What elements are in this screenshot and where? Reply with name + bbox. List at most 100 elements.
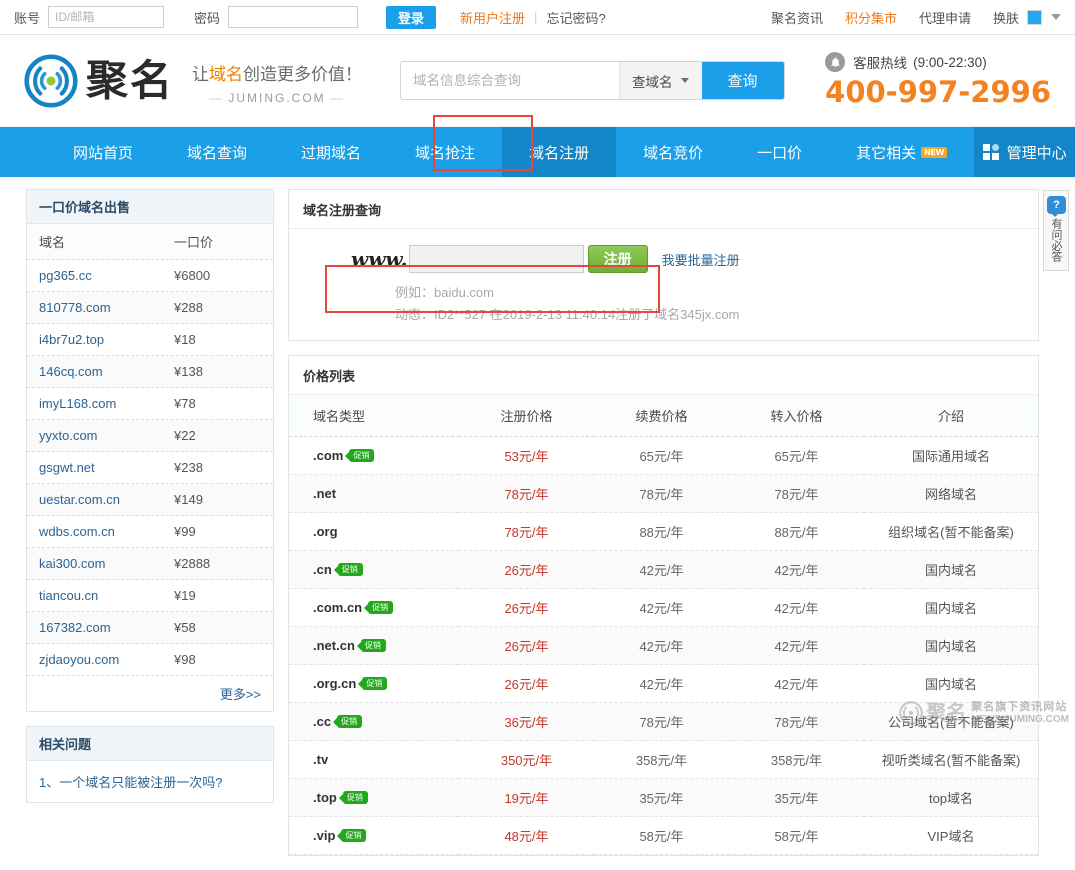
table-row[interactable]: .com.cn 促销 26元/年 42元/年 42元/年 国内域名 xyxy=(289,588,1038,627)
column-header-price: 一口价 xyxy=(174,235,214,250)
nav-item-domain-search[interactable]: 域名查询 xyxy=(160,127,274,177)
domain-link[interactable]: tiancou.cn xyxy=(39,588,98,603)
search-category-select[interactable]: 查域名 xyxy=(619,62,702,99)
search-category-label: 查域名 xyxy=(632,74,673,90)
nav-item-home[interactable]: 网站首页 xyxy=(46,127,160,177)
domain-type-label: .net.cn xyxy=(313,638,355,653)
table-row[interactable]: .cc 促销 36元/年 78元/年 78元/年 公司域名(暂不能备案) xyxy=(289,702,1038,741)
link-separator: | xyxy=(534,9,538,25)
table-row[interactable]: .org 78元/年 88元/年 88元/年 组织域名(暂不能备案) xyxy=(289,512,1038,551)
list-item[interactable]: 167382.com ¥58 xyxy=(27,612,273,644)
domain-link[interactable]: yyxto.com xyxy=(39,428,98,443)
nav-item-domain-backorder[interactable]: 域名抢注 xyxy=(388,127,502,177)
domain-link[interactable]: zjdaoyou.com xyxy=(39,652,119,667)
forgot-password-link[interactable]: 忘记密码? xyxy=(546,8,605,27)
nav-item-fixed-price[interactable]: 一口价 xyxy=(730,127,829,177)
cell-transfer-price: 58元/年 xyxy=(729,816,864,855)
list-item[interactable]: gsgwt.net ¥238 xyxy=(27,452,273,484)
account-input[interactable] xyxy=(48,6,165,28)
list-item[interactable]: 146cq.com ¥138 xyxy=(27,356,273,388)
more-link[interactable]: 更多>> xyxy=(220,687,261,702)
activity-hint: 动态：ID2**527 在2019-2-13 11:40:14注册了域名345j… xyxy=(395,307,740,322)
domain-link[interactable]: gsgwt.net xyxy=(39,460,95,475)
promo-badge: 促销 xyxy=(358,677,388,690)
login-button[interactable]: 登录 xyxy=(386,5,437,29)
cell-transfer-price: 42元/年 xyxy=(729,664,864,703)
table-row[interactable]: .net.cn 促销 26元/年 42元/年 42元/年 国内域名 xyxy=(289,626,1038,665)
ask-question-widget[interactable]: ? 有问必答 xyxy=(1043,190,1069,271)
cell-transfer-price: 88元/年 xyxy=(729,512,864,551)
domain-link[interactable]: imyL168.com xyxy=(39,396,116,411)
cell-description: 国内域名 xyxy=(864,588,1038,627)
domain-link[interactable]: 146cq.com xyxy=(39,364,103,379)
list-item[interactable]: 810778.com ¥288 xyxy=(27,292,273,324)
batch-register-link[interactable]: 我要批量注册 xyxy=(662,250,740,269)
domain-price: ¥78 xyxy=(174,396,196,411)
list-item[interactable]: uestar.com.cn ¥149 xyxy=(27,484,273,516)
admin-center-label: 管理中心 xyxy=(1006,144,1067,162)
domain-link[interactable]: 810778.com xyxy=(39,300,111,315)
list-item[interactable]: i4br7u2.top ¥18 xyxy=(27,324,273,356)
skin-color-swatch[interactable] xyxy=(1027,9,1042,25)
top-link-news[interactable]: 聚名资讯 xyxy=(771,8,823,27)
cell-domain-type: .com 促销 xyxy=(289,436,459,475)
nav-item-domain-auction[interactable]: 域名竞价 xyxy=(616,127,730,177)
domain-link[interactable]: uestar.com.cn xyxy=(39,492,120,507)
domain-link[interactable]: 167382.com xyxy=(39,620,111,635)
cell-transfer-price: 65元/年 xyxy=(729,436,864,475)
domain-registration-input[interactable] xyxy=(408,245,584,273)
table-row[interactable]: .tv 350元/年 358元/年 358元/年 视听类域名(暂不能备案) xyxy=(289,740,1038,779)
list-item[interactable]: kai300.com ¥2888 xyxy=(27,548,273,580)
register-button[interactable]: 注册 xyxy=(587,245,648,273)
main-navigation: 网站首页 域名查询 过期域名 域名抢注 域名注册 域名竞价 一口价 其它相关 N… xyxy=(0,115,1075,177)
new-user-register-link[interactable]: 新用户注册 xyxy=(460,8,525,27)
nav-item-expired-domains[interactable]: 过期域名 xyxy=(274,127,388,177)
fixed-price-more-row: 更多>> xyxy=(27,676,273,711)
password-input[interactable] xyxy=(228,6,359,28)
price-table: 域名类型 注册价格 续费价格 转入价格 介绍 .com 促销 53元/年 65元/… xyxy=(289,395,1038,855)
domain-link[interactable]: i4br7u2.top xyxy=(39,332,104,347)
domain-type-label: .vip xyxy=(313,828,336,843)
new-badge: NEW xyxy=(921,146,948,158)
nav-item-domain-registration[interactable]: 域名注册 xyxy=(502,127,617,177)
top-link-points-market[interactable]: 积分集市 xyxy=(845,8,897,27)
nav-item-admin-center[interactable]: 管理中心 xyxy=(974,127,1075,177)
domain-price: ¥22 xyxy=(174,428,196,443)
faq-item[interactable]: 1、一个域名只能被注册一次吗? xyxy=(27,761,273,802)
table-row[interactable]: .org.cn 促销 26元/年 42元/年 42元/年 国内域名 xyxy=(289,664,1038,703)
nav-item-other[interactable]: 其它相关 NEW xyxy=(829,127,974,177)
hotline-number: 400-997-2996 xyxy=(825,75,1051,109)
cell-transfer-price: 78元/年 xyxy=(729,474,864,513)
list-item[interactable]: wdbs.com.cn ¥99 xyxy=(27,516,273,548)
cell-register-price: 26元/年 xyxy=(459,626,594,665)
cell-transfer-price: 42元/年 xyxy=(729,626,864,665)
domain-link[interactable]: pg365.cc xyxy=(39,268,92,283)
column-header-description: 介绍 xyxy=(864,395,1038,437)
grid-icon xyxy=(982,144,999,160)
list-item[interactable]: pg365.cc ¥6800 xyxy=(27,260,273,292)
domain-link[interactable]: wdbs.com.cn xyxy=(39,524,115,539)
table-row[interactable]: .top 促销 19元/年 35元/年 35元/年 top域名 xyxy=(289,778,1038,817)
table-row[interactable]: .com 促销 53元/年 65元/年 65元/年 国际通用域名 xyxy=(289,436,1038,475)
chevron-down-icon[interactable] xyxy=(1051,14,1061,20)
top-link-change-skin[interactable]: 换肤 xyxy=(993,8,1019,27)
site-logo[interactable]: 聚名 xyxy=(24,53,174,108)
list-item[interactable]: zjdaoyou.com ¥98 xyxy=(27,644,273,676)
domain-price: ¥58 xyxy=(174,620,196,635)
cell-register-price: 26元/年 xyxy=(459,550,594,589)
table-row[interactable]: .vip 促销 48元/年 58元/年 58元/年 VIP域名 xyxy=(289,816,1038,855)
cell-transfer-price: 35元/年 xyxy=(729,778,864,817)
top-link-agent-apply[interactable]: 代理申请 xyxy=(919,8,971,27)
hotline-hours: (9:00-22:30) xyxy=(913,54,987,70)
list-item[interactable]: yyxto.com ¥22 xyxy=(27,420,273,452)
table-row[interactable]: .net 78元/年 78元/年 78元/年 网络域名 xyxy=(289,474,1038,513)
cell-renew-price: 78元/年 xyxy=(594,474,729,513)
domain-link[interactable]: kai300.com xyxy=(39,556,105,571)
list-item[interactable]: tiancou.cn ¥19 xyxy=(27,580,273,612)
table-header-row: 域名类型 注册价格 续费价格 转入价格 介绍 xyxy=(289,395,1038,437)
table-row[interactable]: .cn 促销 26元/年 42元/年 42元/年 国内域名 xyxy=(289,550,1038,589)
header-search-button[interactable]: 查询 xyxy=(701,62,784,99)
list-item[interactable]: imyL168.com ¥78 xyxy=(27,388,273,420)
cell-domain-type: .org.cn 促销 xyxy=(289,664,459,703)
header-search-input[interactable] xyxy=(401,62,620,99)
